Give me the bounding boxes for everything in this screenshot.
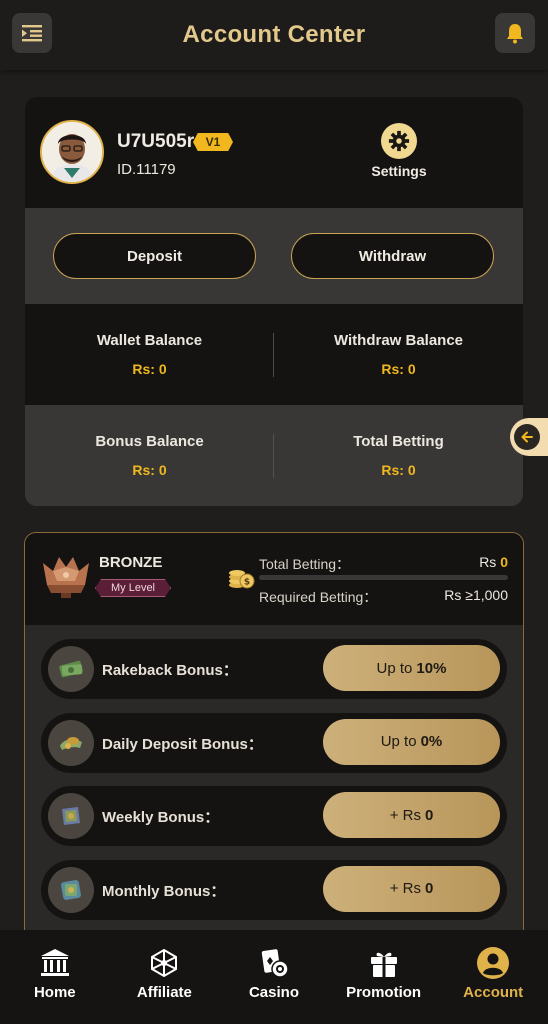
bonus-balance-label: Bonus Balance (95, 433, 204, 450)
network-icon (151, 948, 178, 978)
bonus-label: Daily Deposit Bonus： (102, 735, 263, 753)
level-section: BRONZE My Level $ Total Betting： Rs 0 Re… (25, 533, 523, 625)
bonus-balance-value: Rs: 0 (132, 462, 167, 478)
rakeback-money-icon (59, 660, 83, 678)
tab-label: Home (33, 984, 76, 1001)
action-buttons: Deposit Withdraw (25, 208, 523, 304)
wallet-balance-value: Rs: 0 (132, 361, 167, 377)
cards-chip-icon (261, 949, 289, 978)
divider (273, 434, 274, 478)
list-item: Weekly Bonus： + Rs 0 (41, 786, 507, 847)
total-betting-label: Total Betting (353, 433, 444, 450)
menu-button[interactable] (12, 13, 52, 53)
bronze-crown-icon (43, 557, 89, 598)
balance-row-1: Wallet Balance Rs: 0 Withdraw Balance Rs… (25, 304, 523, 405)
bonus-value[interactable]: Up to 0% (323, 718, 500, 765)
tab-label: Account (463, 984, 524, 1001)
bonus-label: Weekly Bonus： (102, 809, 220, 827)
settings-label: Settings (371, 163, 427, 179)
top-bar: Account Center (0, 0, 548, 70)
required-betting-value: Rs ≥1,000 (444, 587, 508, 603)
total-betting-value: Rs: 0 (381, 462, 416, 478)
monthly-bonus-icon (61, 879, 81, 900)
tab-label: Affiliate (136, 984, 192, 1001)
wallet-balance: Wallet Balance Rs: 0 (25, 332, 274, 377)
tab-casino[interactable]: Casino (224, 930, 324, 1001)
level-progress-bar (259, 575, 508, 580)
notifications-button[interactable] (495, 13, 535, 53)
user-icon (477, 947, 510, 979)
list-item: Daily Deposit Bonus： Up to 0% (41, 712, 507, 773)
required-betting-label: Required Betting： (259, 589, 378, 605)
tab-affiliate[interactable]: Affiliate (114, 930, 214, 1001)
bell-icon (507, 24, 523, 44)
profile-section: U7U505r V1 ID.11179 Settings (25, 97, 523, 208)
total-betting: Total Betting Rs: 0 (274, 433, 523, 478)
gear-icon (388, 130, 410, 152)
level-name: BRONZE (99, 554, 163, 571)
withdraw-button[interactable]: Withdraw (291, 233, 494, 279)
vip-level-badge: V1 (193, 133, 233, 151)
divider (273, 333, 274, 377)
account-card: U7U505r V1 ID.11179 Settings Deposit Wit… (25, 97, 523, 506)
bonus-value[interactable]: + Rs 0 (323, 865, 500, 912)
tab-account[interactable]: Account (443, 930, 543, 1001)
menu-list-icon (22, 25, 42, 42)
list-item: Rakeback Bonus： Up to 10% (41, 639, 507, 699)
tab-home[interactable]: Home (5, 930, 105, 1001)
withdraw-balance: Withdraw Balance Rs: 0 (274, 332, 523, 377)
coins-icon: $ (229, 570, 255, 589)
wallet-balance-label: Wallet Balance (96, 332, 203, 349)
level-total-betting-value: Rs 0 (479, 554, 508, 570)
balance-row-2: Bonus Balance Rs: 0 Total Betting Rs: 0 (25, 405, 523, 506)
username: U7U505r (117, 131, 195, 152)
tab-promotion[interactable]: Promotion (334, 930, 434, 1001)
bonus-label: Monthly Bonus： (102, 882, 226, 900)
bonus-balance: Bonus Balance Rs: 0 (25, 433, 274, 478)
avatar[interactable] (40, 120, 104, 184)
weekly-bonus-icon (62, 807, 80, 826)
vip-level-card: BRONZE My Level $ Total Betting： Rs 0 Re… (24, 532, 524, 962)
user-id: ID.11179 (117, 161, 176, 178)
my-level-badge: My Level (95, 579, 171, 597)
settings-button[interactable]: Settings (367, 123, 431, 179)
deposit-button[interactable]: Deposit (53, 233, 256, 279)
withdraw-balance-label: Withdraw Balance (333, 332, 464, 349)
bank-icon (40, 949, 69, 976)
bottom-nav: Home Affiliate Casino Promotion Account (0, 930, 548, 1024)
bonus-value[interactable]: + Rs 0 (323, 792, 500, 839)
svg-text:$: $ (244, 578, 250, 588)
tab-label: Casino (248, 984, 299, 1001)
avatar-image (42, 122, 102, 182)
bonus-label: Rakeback Bonus： (102, 662, 238, 679)
side-drawer-tab[interactable] (510, 418, 548, 456)
list-item: Monthly Bonus： + Rs 0 (41, 859, 507, 920)
bonus-list: Rakeback Bonus： Up to 10% Daily Deposit B… (25, 625, 523, 920)
level-total-betting-label: Total Betting： (259, 556, 351, 572)
bonus-value[interactable]: Up to 10% (323, 645, 500, 691)
gift-icon (370, 952, 397, 977)
tab-label: Promotion (346, 984, 422, 1001)
page-title: Account Center (182, 21, 366, 48)
arrow-left-icon (521, 431, 533, 443)
withdraw-balance-value: Rs: 0 (381, 361, 416, 377)
daily-deposit-icon (60, 736, 82, 750)
